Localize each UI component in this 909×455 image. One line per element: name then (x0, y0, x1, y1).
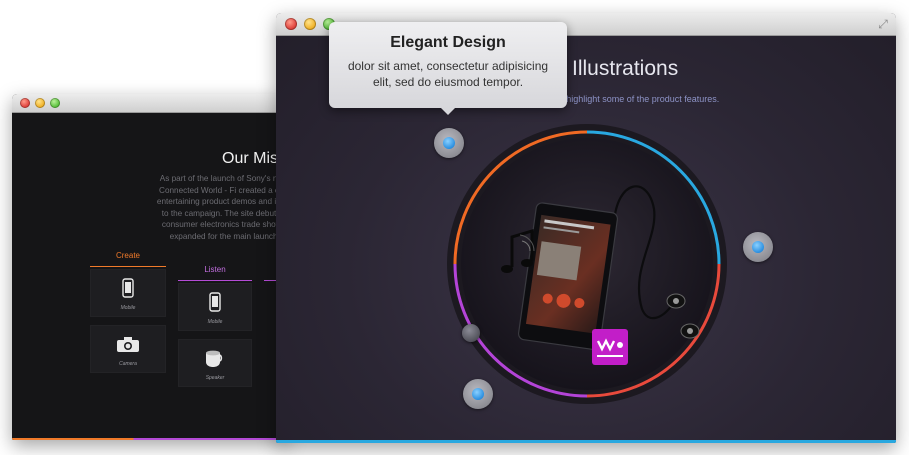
paragraph-line: consumer electronics trade shows c (161, 220, 288, 230)
tooltip-title: Elegant Design (390, 34, 506, 51)
minimize-button[interactable] (304, 18, 316, 30)
tile-caption: Mobile (120, 305, 136, 311)
tile-caption: Mobile (207, 319, 223, 325)
tooltip-line: elit, sed do eiusmod tempor. (372, 75, 524, 89)
tile-create-mobile[interactable]: Mobile (90, 269, 166, 317)
tile-create-camera[interactable]: Camera (90, 325, 166, 373)
tile-listen-mobile[interactable]: Mobile (178, 283, 252, 331)
tab-listen[interactable]: Listen (178, 265, 252, 274)
tooltip-text: dolor sit amet, consectetur adipisicing … (329, 58, 567, 90)
mobile-icon (209, 292, 221, 312)
hotspot-small[interactable] (462, 324, 480, 342)
create-underline (90, 266, 166, 267)
tab-create[interactable]: Create (90, 251, 166, 260)
front-bottom-bar (276, 440, 896, 443)
fullscreen-icon[interactable]: ⤢ (876, 17, 890, 31)
back-bottom-bar (12, 438, 288, 440)
paragraph-line: entertaining product demos and inform (156, 197, 288, 207)
tooltip-line: dolor sit amet, consectetur adipisicing (347, 59, 549, 73)
back-window-content: Our Missi As part of the launch of Sony'… (12, 113, 288, 440)
mobile-icon (122, 278, 134, 298)
hotspot-top-left[interactable] (434, 128, 464, 158)
close-button[interactable] (285, 18, 297, 30)
tile-caption: Camera (119, 361, 137, 367)
tooltip: Elegant Design dolor sit amet, consectet… (329, 22, 567, 115)
back-window[interactable]: Our Missi As part of the launch of Sony'… (12, 94, 288, 440)
back-window-titlebar[interactable] (12, 94, 288, 113)
hotspot-bottom-left[interactable] (463, 379, 493, 409)
zoom-button[interactable] (50, 98, 60, 108)
speaker-icon (206, 350, 223, 367)
paragraph-line: As part of the launch of Sony's new c (159, 174, 288, 183)
close-button[interactable] (20, 98, 30, 108)
tile-listen-speaker[interactable]: Speaker (178, 339, 252, 387)
back-paragraph: As part of the launch of Sony's new c Co… (117, 173, 288, 243)
paragraph-line: expanded for the main launch a (169, 231, 285, 241)
paragraph-line: Connected World - Fi created a comp (159, 185, 288, 195)
walkman-logo-icon (592, 329, 628, 365)
tile-caption: Speaker (205, 375, 225, 381)
minimize-button[interactable] (35, 98, 45, 108)
camera-icon (117, 337, 139, 352)
paragraph-line: to the campaign. The site debuted a (161, 208, 288, 218)
hotspot-right[interactable] (743, 232, 773, 262)
listen-underline (178, 280, 252, 281)
product-illustration (447, 124, 727, 404)
